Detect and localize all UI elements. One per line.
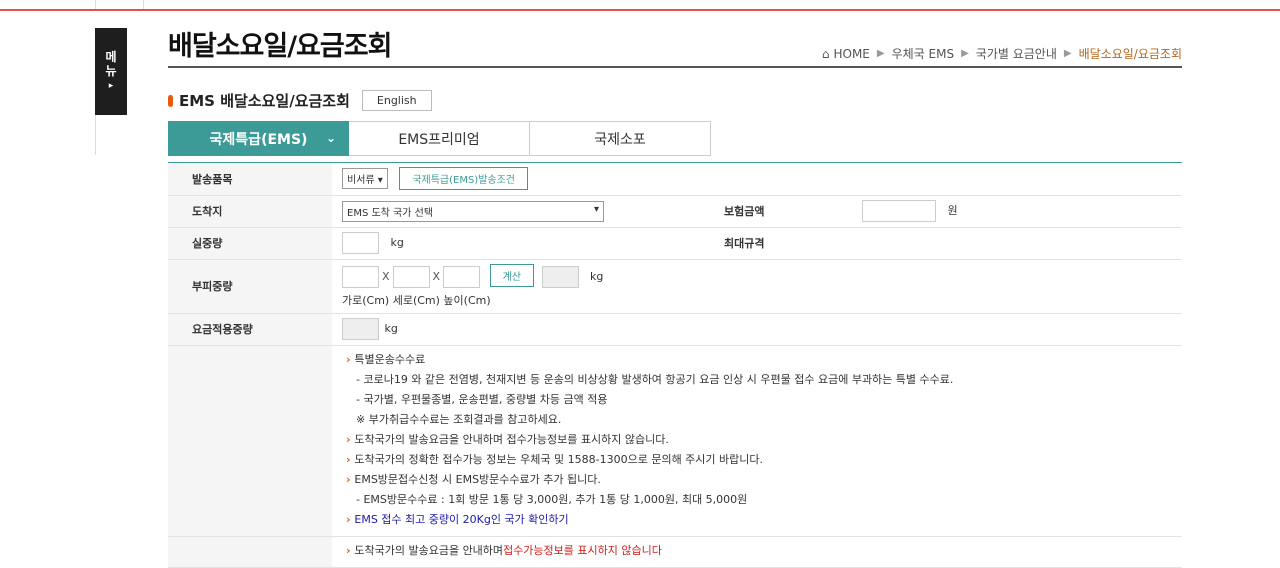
depth-input[interactable] [392,266,430,288]
insure-label: 보험금액 [700,195,852,228]
arrow-right-icon: ▸ [108,81,114,91]
max-size-label: 최대규격 [700,227,852,260]
title-divider [168,66,1182,68]
form-cell [852,227,1182,260]
breadcrumb-current[interactable]: 배달소요일/요금조회 [1079,45,1182,62]
insurance-input[interactable] [862,200,936,222]
note-item: 도착국가의 정확한 접수가능 정보는 우체국 및 1588-1300으로 문의해… [346,450,1172,470]
breadcrumb: ⌂ HOME ▶ 우체국 EMS ▶ 국가별 요금안내 ▶ 배달소요일/요금조회 [822,45,1182,62]
tab-bar: 국제특급(EMS) ⌄ EMS프리미엄 국제소포 [168,121,711,156]
form-row: 부피중량 X X 계산 kg 가로(Cm) 세로(Cm) 높이(Cm) [168,259,1182,314]
applied-weight-label: 요금적용중량 [168,313,332,346]
divider [143,0,144,9]
breadcrumb-item[interactable]: 국가별 요금안내 [976,45,1057,62]
weight-unit: kg [390,236,404,249]
form-row: 특별운송수수료 - 코로나19 와 같은 전염병, 천재지변 등 운송의 비상상… [168,345,1182,537]
bullet-icon [168,94,173,107]
note-sub: - 코로나19 와 같은 전염병, 천재지변 등 운송의 비상상황 발생하여 항… [356,372,954,386]
notes-label-cell [168,345,332,537]
menu-label: 메뉴 [105,50,117,78]
tab-label: 국제소포 [594,131,646,148]
volume-inputs: X X 계산 kg [342,264,1172,288]
weight-input[interactable] [342,232,379,254]
times-label: X [432,270,441,283]
rate-form: 발송품목 비서류 ▾ 국제특급(EMS)발송조건 도착지 EMS 도착 국가 선… [168,163,1182,568]
form-cell: EMS 도착 국가 선택 ▾ [332,195,700,228]
dest-label: 도착지 [168,195,332,228]
applied-weight-value [342,318,379,340]
times-label: X [382,270,390,283]
divider [95,115,96,155]
top-bar [0,0,1280,11]
form-cell: 원 [852,195,1182,228]
breadcrumb-home[interactable]: HOME [833,47,869,61]
note-item: 도착국가의 발송요금을 안내하며접수가능정보를 표시하지 않습니다 [346,541,1172,561]
side-menu-toggle[interactable]: 메뉴 ▸ [95,28,127,115]
chevron-down-icon: ▾ [593,203,599,215]
destination-select[interactable]: EMS 도착 국가 선택 ▾ [342,200,604,222]
item-select-value: 비서류 [347,175,375,187]
chevron-right-icon: ▶ [876,48,885,59]
destination-select-value: EMS 도착 국가 선택 [347,207,434,219]
note-sub: - 국가별, 우편물종별, 운송편별, 중량별 차등 금액 적용 [356,392,608,406]
chevron-down-icon: ⌄ [325,131,336,145]
section-title: EMS 배달소요일/요금조회 [179,92,350,110]
form-row: 도착지 EMS 도착 국가 선택 ▾ 보험금액 원 [168,195,1182,228]
weight-label: 실중량 [168,227,332,260]
applied-unit: kg [384,322,398,335]
notes-cell: 특별운송수수료 - 코로나19 와 같은 전염병, 천재지변 등 운송의 비상상… [332,345,1182,537]
volume-unit: kg [590,270,604,283]
form-row: 발송품목 비서류 ▾ 국제특급(EMS)발송조건 [168,163,1182,196]
note-item: 도착국가의 발송요금을 안내하며 접수가능정보를 표시하지 않습니다. [346,430,1172,450]
calculate-button[interactable]: 계산 [489,264,534,287]
width-input[interactable] [342,266,379,288]
tab-label: 국제특급(EMS) [209,131,308,148]
item-label: 발송품목 [168,163,332,196]
page-title: 배달소요일/요금조회 [168,31,392,62]
note-link-item: EMS 접수 최고 중량이 20Kg인 국가 확인하기 [346,510,1172,530]
tab-ems-premium[interactable]: EMS프리미엄 [349,121,530,156]
breadcrumb-item[interactable]: 우체국 EMS [892,45,955,62]
note-item: 특별운송수수료 [346,350,1172,370]
max-weight-link[interactable]: EMS 접수 최고 중량이 20Kg인 국가 확인하기 [354,513,568,526]
chevron-right-icon: ▶ [1063,48,1072,59]
note-sub: - EMS방문수수료 : 1회 방문 1통 당 3,000원, 추가 1통 당 … [356,492,748,506]
home-icon: ⌂ [821,46,830,61]
tab-ems[interactable]: 국제특급(EMS) ⌄ [168,121,349,156]
form-cell: 비서류 ▾ 국제특급(EMS)발송조건 [332,163,1182,196]
tab-parcel[interactable]: 국제소포 [530,121,711,156]
form-row: 요금적용중량 kg [168,313,1182,346]
divider [95,0,96,9]
tab-label: EMS프리미엄 [398,131,480,148]
english-button[interactable]: English [361,90,432,111]
note-sub: ※ 부가취급수수료는 조회결과를 참고하세요. [356,412,562,426]
dims-hint: 가로(Cm) 세로(Cm) 높이(Cm) [342,294,491,307]
note-item: EMS방문접수신청 시 EMS방문수수료가 추가 됩니다. [346,470,1172,490]
insure-unit: 원 [947,204,958,217]
volume-result [541,266,579,288]
form-cell: X X 계산 kg 가로(Cm) 세로(Cm) 높이(Cm) [332,259,1182,314]
note-text: 도착국가의 발송요금을 안내하며 [354,543,504,557]
notes: 특별운송수수료 - 코로나19 와 같은 전염병, 천재지변 등 운송의 비상상… [342,346,1172,536]
form-row: 실중량 kg 최대규격 [168,227,1182,260]
item-select[interactable]: 비서류 ▾ [342,168,388,190]
note-highlight: 접수가능정보를 표시하지 않습니다 [503,543,662,557]
form-cell: kg [332,313,1182,346]
chevron-right-icon: ▶ [961,48,969,59]
form-cell: kg [332,227,700,260]
section-header: EMS 배달소요일/요금조회 English [168,90,432,111]
height-input[interactable] [443,266,481,288]
volume-label: 부피중량 [168,259,332,314]
ems-conditions-button[interactable]: 국제특급(EMS)발송조건 [399,167,529,191]
